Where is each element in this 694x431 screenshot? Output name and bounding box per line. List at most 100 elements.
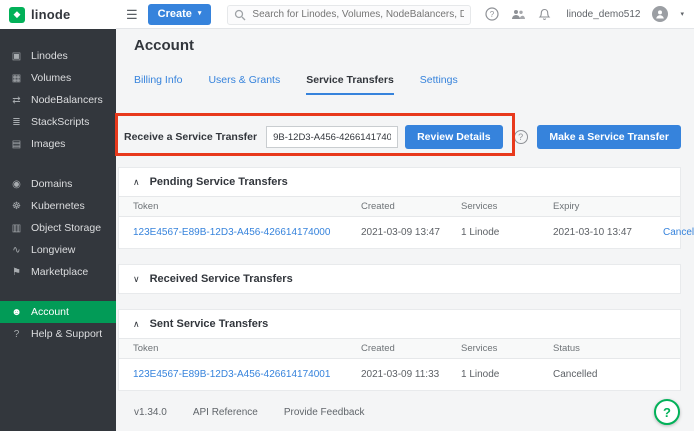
- sidebar-item-label: StackScripts: [31, 116, 89, 128]
- menu-icon[interactable]: ☰: [126, 8, 138, 21]
- provide-feedback-link[interactable]: Provide Feedback: [284, 407, 365, 418]
- sidebar-item-label: Help & Support: [31, 328, 102, 340]
- topbar: ☰ Create ▾ ? linode_demo512 ▾: [116, 0, 694, 29]
- create-button[interactable]: Create ▾: [148, 4, 212, 25]
- sidebar-item-label: Images: [31, 138, 65, 150]
- sidebar-item-marketplace[interactable]: ⚑ Marketplace: [0, 261, 116, 283]
- linodes-icon: ▣: [10, 51, 23, 62]
- pending-table-header: Token Created Services Expiry: [119, 196, 680, 217]
- kubernetes-icon: ☸: [10, 201, 23, 212]
- community-icon[interactable]: [511, 8, 526, 20]
- sidebar-item-object-storage[interactable]: ▥ Object Storage: [0, 217, 116, 239]
- receive-transfer-row: Receive a Service Transfer Review Detail…: [124, 125, 681, 149]
- section-title: Received Service Transfers: [150, 273, 293, 285]
- tab-service-transfers[interactable]: Service Transfers: [306, 74, 394, 95]
- username-label[interactable]: linode_demo512: [567, 9, 641, 20]
- tab-bar: Billing Info Users & Grants Service Tran…: [134, 74, 681, 95]
- sidebar: ◆ linode ▣ Linodes ▦ Volumes ⇄ NodeBalan…: [0, 0, 116, 431]
- pending-transfers-header[interactable]: ∧ Pending Service Transfers: [119, 168, 680, 196]
- tab-billing-info[interactable]: Billing Info: [134, 74, 182, 95]
- column-header-services: Services: [461, 201, 553, 212]
- services-cell: 1 Linode: [461, 227, 553, 238]
- sidebar-item-nodebalancers[interactable]: ⇄ NodeBalancers: [0, 89, 116, 111]
- column-header-token: Token: [133, 201, 361, 212]
- volumes-icon: ▦: [10, 73, 23, 84]
- longview-icon: ∿: [10, 245, 23, 256]
- sidebar-item-linodes[interactable]: ▣ Linodes: [0, 45, 116, 67]
- search-box: [227, 4, 470, 24]
- sidebar-item-label: Domains: [31, 178, 72, 190]
- received-transfers-header[interactable]: ∨ Received Service Transfers: [119, 265, 680, 293]
- sent-transfers-card: ∧ Sent Service Transfers Token Created S…: [118, 309, 681, 391]
- column-header-created: Created: [361, 343, 461, 354]
- help-beacon-button[interactable]: ?: [654, 399, 680, 425]
- images-icon: ▤: [10, 139, 23, 150]
- account-icon: ☻: [10, 307, 23, 318]
- sent-transfers-header[interactable]: ∧ Sent Service Transfers: [119, 310, 680, 338]
- transfer-token-link[interactable]: 123E4567-E89B-12D3-A456-426614174001: [133, 369, 361, 380]
- sidebar-item-volumes[interactable]: ▦ Volumes: [0, 67, 116, 89]
- create-button-label: Create: [158, 8, 192, 20]
- sidebar-item-kubernetes[interactable]: ☸ Kubernetes: [0, 195, 116, 217]
- received-transfers-card: ∨ Received Service Transfers: [118, 264, 681, 294]
- section-title: Pending Service Transfers: [150, 176, 288, 188]
- sidebar-item-label: Marketplace: [31, 266, 88, 278]
- help-support-icon: ?: [10, 329, 23, 340]
- transfer-token-input[interactable]: [266, 126, 398, 148]
- cancel-transfer-link[interactable]: Cancel: [663, 227, 694, 238]
- sidebar-item-account[interactable]: ☻ Account: [0, 301, 116, 323]
- column-header-services: Services: [461, 343, 553, 354]
- created-cell: 2021-03-09 13:47: [361, 227, 461, 238]
- footer: v1.34.0 API Reference Provide Feedback: [134, 407, 681, 418]
- nodebalancers-icon: ⇄: [10, 95, 23, 106]
- collapse-chevron-icon[interactable]: ∧: [133, 178, 140, 187]
- linode-logo[interactable]: ◆ linode: [0, 0, 116, 29]
- sidebar-nav: ▣ Linodes ▦ Volumes ⇄ NodeBalancers ≣ St…: [0, 45, 116, 345]
- chevron-down-icon: ▾: [198, 10, 202, 17]
- section-title: Sent Service Transfers: [150, 318, 269, 330]
- sidebar-item-label: Linodes: [31, 50, 68, 62]
- review-details-button[interactable]: Review Details: [405, 125, 503, 149]
- expiry-cell: 2021-03-10 13:47: [553, 227, 663, 238]
- search-input[interactable]: [227, 5, 470, 25]
- avatar[interactable]: [652, 6, 668, 22]
- linode-logo-icon: ◆: [9, 7, 25, 23]
- sidebar-item-longview[interactable]: ∿ Longview: [0, 239, 116, 261]
- services-cell: 1 Linode: [461, 369, 553, 380]
- tab-users-grants[interactable]: Users & Grants: [208, 74, 280, 95]
- created-cell: 2021-03-09 11:33: [361, 369, 461, 380]
- sidebar-item-label: Volumes: [31, 72, 71, 84]
- page-title: Account: [134, 37, 681, 54]
- domains-icon: ◉: [10, 179, 23, 190]
- token-help-icon[interactable]: ?: [514, 130, 528, 144]
- sidebar-item-label: Kubernetes: [31, 200, 85, 212]
- table-row: 123E4567-E89B-12D3-A456-426614174001 202…: [119, 359, 680, 390]
- column-header-token: Token: [133, 343, 361, 354]
- stackscripts-icon: ≣: [10, 117, 23, 128]
- sidebar-item-images[interactable]: ▤ Images: [0, 133, 116, 155]
- pending-transfers-card: ∧ Pending Service Transfers Token Create…: [118, 167, 681, 249]
- sidebar-item-help-support[interactable]: ? Help & Support: [0, 323, 116, 345]
- sidebar-item-domains[interactable]: ◉ Domains: [0, 173, 116, 195]
- api-reference-link[interactable]: API Reference: [193, 407, 258, 418]
- sidebar-item-label: NodeBalancers: [31, 94, 103, 106]
- user-menu-chevron-icon[interactable]: ▾: [680, 10, 684, 18]
- column-header-status: Status: [553, 343, 666, 354]
- help-icon[interactable]: ?: [485, 7, 499, 21]
- expand-chevron-icon[interactable]: ∨: [133, 275, 140, 284]
- transfer-token-link[interactable]: 123E4567-E89B-12D3-A456-426614174000: [133, 227, 361, 238]
- sidebar-item-label: Object Storage: [31, 222, 101, 234]
- object-storage-icon: ▥: [10, 223, 23, 234]
- sidebar-item-label: Account: [31, 306, 69, 318]
- make-service-transfer-button[interactable]: Make a Service Transfer: [537, 125, 681, 149]
- collapse-chevron-icon[interactable]: ∧: [133, 320, 140, 329]
- table-row: 123E4567-E89B-12D3-A456-426614174000 202…: [119, 217, 680, 248]
- status-cell: Cancelled: [553, 369, 666, 380]
- search-icon: [234, 8, 246, 26]
- notifications-bell-icon[interactable]: [538, 8, 551, 21]
- sidebar-item-stackscripts[interactable]: ≣ StackScripts: [0, 111, 116, 133]
- sent-table-header: Token Created Services Status: [119, 338, 680, 359]
- marketplace-icon: ⚑: [10, 267, 23, 278]
- svg-text:?: ?: [489, 10, 494, 19]
- tab-settings[interactable]: Settings: [420, 74, 458, 95]
